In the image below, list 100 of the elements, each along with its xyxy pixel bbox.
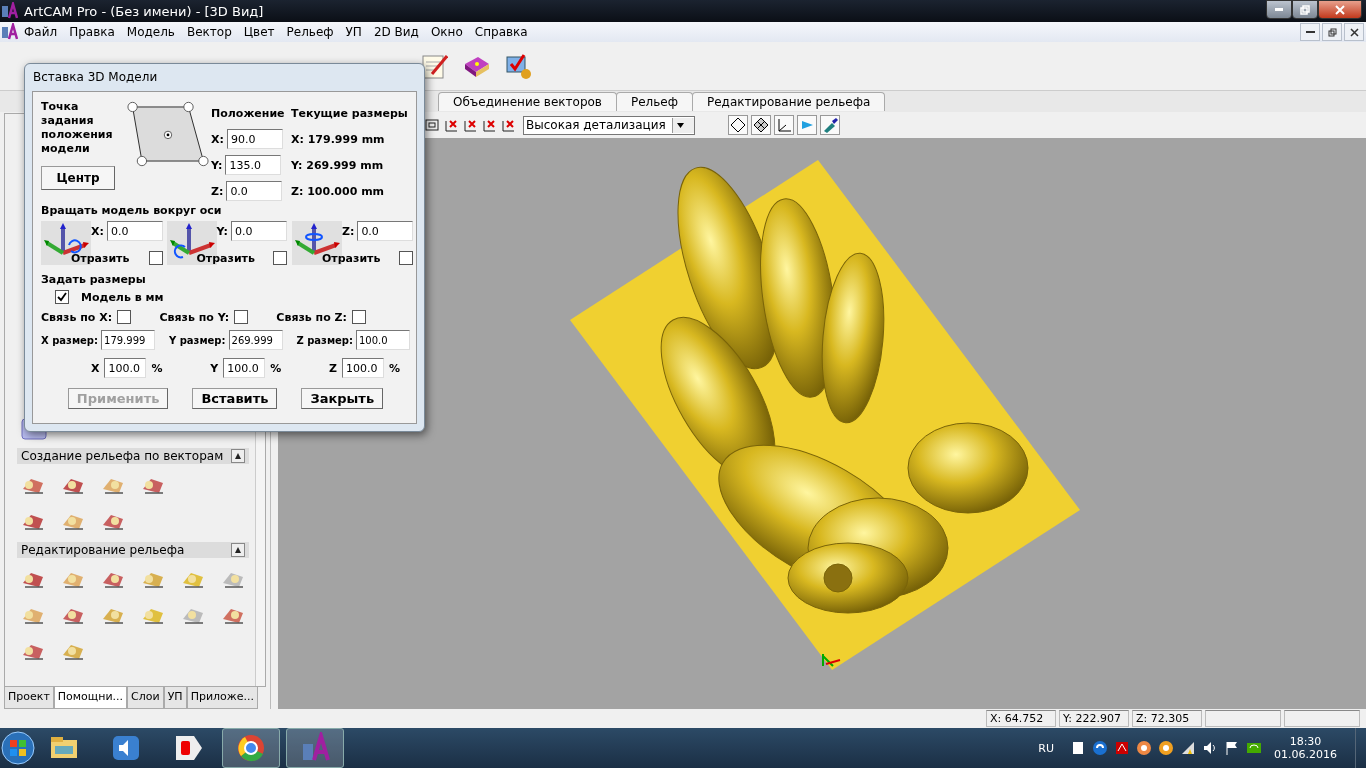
restore-icon: [1327, 27, 1337, 37]
start-button-icon[interactable]: [0, 730, 36, 766]
volume-icon[interactable]: [1202, 740, 1218, 756]
menu-item[interactable]: Цвет: [237, 25, 281, 39]
panel-tab[interactable]: Помощни...: [53, 687, 128, 709]
anchor-point-diagram[interactable]: [127, 100, 209, 168]
network-warning-icon[interactable]: [1180, 740, 1196, 756]
doc-close-button[interactable]: [1344, 23, 1364, 41]
rotate-header: Вращать модель вокруг оси: [41, 204, 223, 217]
menu-item[interactable]: Вектор: [180, 25, 238, 39]
ribbon-tab[interactable]: Редактирование рельефа: [691, 92, 886, 111]
axis-label: Y:: [216, 224, 228, 238]
link-checkbox[interactable]: [352, 310, 366, 324]
clock[interactable]: 18:30 01.06.2016: [1274, 735, 1337, 761]
angle-input[interactable]: 0.0: [357, 221, 414, 241]
restore-button[interactable]: [1292, 0, 1318, 19]
link-label: Связь по X:: [41, 310, 113, 324]
mirror-checkbox[interactable]: [399, 251, 414, 265]
size-header: Задать размеры: [41, 273, 147, 286]
language-indicator[interactable]: RU: [1038, 741, 1054, 755]
collapse-button[interactable]: [231, 543, 245, 557]
center-button[interactable]: Центр: [41, 166, 115, 190]
link-label: Связь по Y:: [159, 310, 230, 324]
model-mm-checkbox[interactable]: [55, 290, 69, 304]
close-icon: [1335, 4, 1345, 15]
axis-view-icon[interactable]: [462, 117, 478, 133]
section-header[interactable]: Создание рельефа по векторам: [17, 448, 249, 464]
section-header[interactable]: Редактирование рельефа: [17, 542, 249, 558]
position-input[interactable]: 0.0: [226, 181, 283, 201]
clock-date: 01.06.2016: [1274, 748, 1337, 761]
dialog-button[interactable]: Закрыть: [301, 388, 384, 409]
minimize-icon: [1305, 31, 1315, 33]
grid-diamond-icon[interactable]: [752, 117, 769, 133]
coordinate-readout: Y: 222.907: [1059, 710, 1129, 727]
doc-minimize-button[interactable]: [1300, 23, 1320, 41]
mirror-label: Отразить: [71, 251, 130, 265]
dialog-button[interactable]: Вставить: [192, 388, 278, 409]
menu-item[interactable]: Окно: [424, 25, 469, 39]
axis-view-icon[interactable]: [500, 117, 516, 133]
chrome-browser-taskbar-button[interactable]: [222, 728, 280, 768]
size-input[interactable]: 179.999: [101, 330, 156, 350]
position-header: Положение: [211, 105, 286, 122]
close-button[interactable]: [1318, 0, 1362, 19]
axis-label: Z:: [342, 224, 355, 238]
detail-dropdown[interactable]: Высокая детализация: [523, 115, 695, 135]
angle-input[interactable]: 0.0: [106, 221, 163, 241]
panel-tab[interactable]: Приложе...: [186, 687, 258, 709]
mirror-label: Отразить: [322, 251, 381, 265]
menu-item[interactable]: Справка: [468, 25, 534, 39]
position-input[interactable]: 90.0: [226, 129, 283, 149]
current-size-header: Текущие размеры: [291, 105, 409, 122]
percent-input[interactable]: 100.0: [104, 358, 147, 378]
anchor-label: Точка задания положения модели: [41, 100, 114, 156]
app-logo-icon: [0, 2, 18, 20]
menu-item[interactable]: 2D Вид: [367, 25, 425, 39]
coordinate-readout: Z: 72.305: [1132, 710, 1202, 727]
link-checkbox[interactable]: [117, 310, 132, 324]
position-input[interactable]: 135.0: [225, 155, 282, 175]
menu-item[interactable]: Модель: [120, 25, 181, 39]
zoom-box-icon[interactable]: [424, 117, 440, 133]
panel-tab[interactable]: Слои: [127, 687, 164, 709]
mirror-label: Отразить: [196, 251, 255, 265]
angle-input[interactable]: 0.0: [230, 221, 287, 241]
mirror-checkbox[interactable]: [272, 251, 287, 265]
clock-time: 18:30: [1289, 735, 1322, 748]
menu-item[interactable]: Правка: [63, 25, 121, 39]
panel-tab[interactable]: Проект: [4, 687, 54, 709]
size-input[interactable]: 100.0: [356, 330, 410, 350]
percent-input[interactable]: 100.0: [341, 358, 384, 378]
size-input[interactable]: 269.999: [228, 330, 283, 350]
collapse-button[interactable]: [231, 449, 245, 463]
dropdown-caret-icon: [675, 120, 685, 130]
ribbon-tab[interactable]: Рельеф: [615, 92, 693, 111]
link-checkbox[interactable]: [234, 310, 249, 324]
axis-label: Y: [210, 361, 219, 375]
section-title: Создание рельефа по векторам: [21, 449, 224, 463]
artcam-app-taskbar-button[interactable]: [286, 728, 344, 768]
collapse-icon: [234, 546, 242, 554]
mirror-checkbox[interactable]: [148, 251, 163, 265]
menu-item[interactable]: Файл: [18, 25, 64, 39]
menu-item[interactable]: Рельеф: [280, 25, 340, 39]
axes-icon[interactable]: [775, 117, 792, 133]
doc-restore-button[interactable]: [1322, 23, 1342, 41]
axis-label: Z: [329, 361, 337, 375]
axis-view-icon[interactable]: [481, 117, 497, 133]
axis-view-icon[interactable]: [443, 117, 459, 133]
minimize-button[interactable]: [1266, 0, 1292, 19]
current-size-value: Z: 100.000 mm: [291, 183, 386, 200]
flag-icon[interactable]: [1224, 740, 1240, 756]
ribbon-tab[interactable]: Объединение векторов: [438, 92, 617, 111]
size-label: X размер:: [41, 334, 99, 346]
wireframe-diamond-icon[interactable]: [729, 117, 746, 133]
notepad-pencil-icon[interactable]: [420, 52, 448, 80]
percent-input[interactable]: 100.0: [223, 358, 266, 378]
size-label: Z размер:: [296, 334, 353, 346]
ring-icon[interactable]: [1158, 740, 1174, 756]
checkmark-icon: [57, 292, 67, 302]
menu-item[interactable]: УП: [339, 25, 368, 39]
panel-tab[interactable]: УП: [163, 687, 187, 709]
coordinate-readout: X: 64.752: [986, 710, 1056, 727]
